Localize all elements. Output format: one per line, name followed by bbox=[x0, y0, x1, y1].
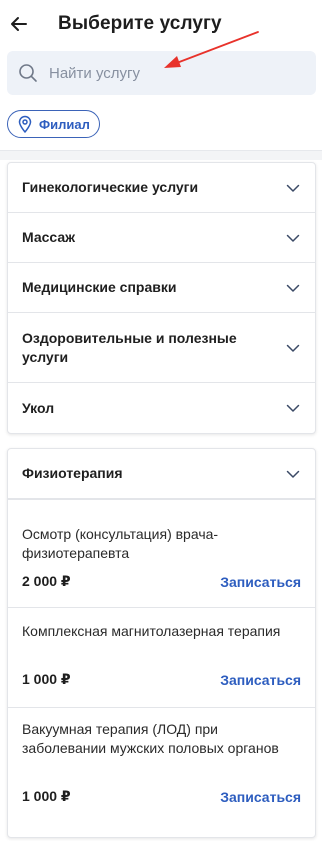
category-item[interactable]: Массаж bbox=[8, 213, 315, 263]
category-list: Гинекологические услуги Массаж Медицинск… bbox=[7, 162, 316, 434]
chevron-down-icon bbox=[286, 284, 300, 292]
service-name: Вакуумная терапия (ЛОД) при заболевании … bbox=[22, 721, 279, 756]
chevron-down-icon bbox=[286, 344, 300, 352]
search-input[interactable] bbox=[49, 51, 289, 95]
branch-filter-chip[interactable]: Филиал bbox=[7, 110, 100, 138]
service-price: 2 000 ₽ bbox=[22, 573, 71, 589]
service-name: Осмотр (консультация) врача-физиотерапев… bbox=[22, 526, 219, 561]
section-divider bbox=[0, 150, 322, 160]
service-name: Комплексная магнитолазерная терапия bbox=[22, 623, 281, 639]
category-item[interactable]: Укол bbox=[8, 383, 315, 433]
branch-filter-label: Филиал bbox=[39, 116, 90, 132]
category-label: Укол bbox=[22, 399, 55, 416]
book-button[interactable]: Записаться bbox=[220, 789, 301, 805]
service-item: Осмотр (консультация) врача-физиотерапев… bbox=[8, 499, 315, 607]
chevron-down-icon bbox=[286, 470, 300, 478]
category-item[interactable]: Оздоровительные и полезные услуги bbox=[8, 313, 315, 383]
book-button[interactable]: Записаться bbox=[220, 574, 301, 590]
expanded-category: Физиотерапия Осмотр (консультация) врача… bbox=[7, 448, 316, 838]
service-item: Вакуумная терапия (ЛОД) при заболевании … bbox=[8, 707, 315, 837]
category-item[interactable]: Гинекологические услуги bbox=[8, 163, 315, 213]
category-item-expanded[interactable]: Физиотерапия bbox=[8, 449, 315, 499]
service-price: 1 000 ₽ bbox=[22, 788, 71, 804]
service-price: 1 000 ₽ bbox=[22, 671, 71, 687]
category-label: Массаж bbox=[22, 229, 76, 245]
chevron-down-icon bbox=[286, 404, 300, 412]
chevron-down-icon bbox=[286, 234, 300, 242]
app-header: Выберите услугу bbox=[0, 0, 322, 50]
category-label: Физиотерапия bbox=[22, 465, 123, 481]
back-button[interactable] bbox=[7, 12, 31, 36]
book-button[interactable]: Записаться bbox=[220, 672, 301, 688]
page-title: Выберите услугу bbox=[58, 13, 222, 34]
search-bar[interactable] bbox=[7, 51, 316, 95]
arrow-left-icon bbox=[11, 17, 27, 31]
location-pin-icon bbox=[18, 115, 32, 133]
service-item: Комплексная магнитолазерная терапия 1 00… bbox=[8, 607, 315, 707]
search-icon bbox=[19, 64, 37, 82]
category-label: Оздоровительные и полезные услуги bbox=[22, 329, 237, 365]
category-label: Гинекологические услуги bbox=[22, 179, 199, 195]
category-item[interactable]: Медицинские справки bbox=[8, 263, 315, 313]
category-label: Медицинские справки bbox=[22, 279, 177, 295]
chevron-down-icon bbox=[286, 184, 300, 192]
